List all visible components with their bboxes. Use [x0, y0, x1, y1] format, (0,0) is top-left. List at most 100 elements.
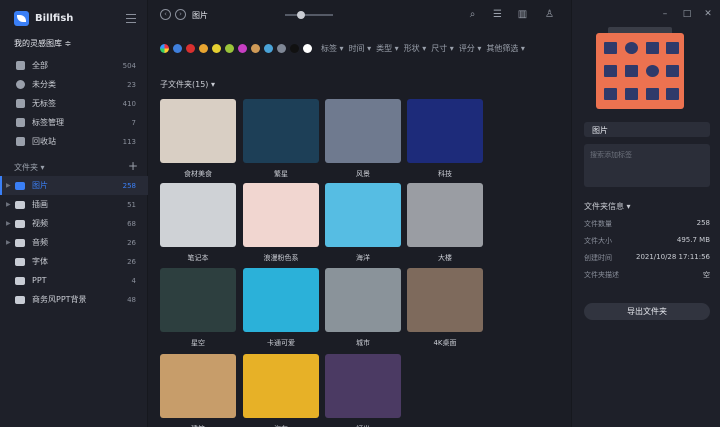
subfolder-tile[interactable]: 汽车: [243, 354, 319, 427]
subfolder-label: 海洋: [356, 254, 370, 262]
subfolder-tile[interactable]: 卡通可爱: [243, 268, 319, 348]
info-value: 2021/10/28 17:11:56: [635, 253, 710, 261]
color-swatch[interactable]: [238, 43, 247, 53]
folder-item[interactable]: ▶ 音频 26: [0, 233, 148, 252]
menu-icon[interactable]: [126, 14, 136, 23]
subfolder-thumbnail: [243, 99, 319, 163]
thumbnail-size-slider[interactable]: [285, 11, 333, 19]
subfolder-thumbnail: [407, 99, 483, 163]
color-swatch[interactable]: [199, 43, 208, 53]
brand[interactable]: Billfish: [14, 11, 73, 26]
close-icon[interactable]: ✕: [703, 9, 713, 19]
library-selector[interactable]: 我的灵感图库 ≑: [14, 38, 71, 49]
folder-info-header[interactable]: 文件夹信息 ▾: [584, 201, 631, 212]
folder-item[interactable]: 字体 26: [0, 252, 148, 271]
subfolder-thumbnail: [407, 183, 483, 247]
forward-icon[interactable]: ›: [175, 9, 186, 20]
chart-icon: [666, 88, 679, 100]
subfolder-tile[interactable]: 科技: [407, 99, 483, 179]
theme-shirt-icon[interactable]: ♙: [544, 9, 555, 20]
folder-item[interactable]: ▶ 插画 51: [0, 195, 148, 214]
filter-time[interactable]: 时间 ▾: [349, 43, 372, 54]
folder-item[interactable]: 商务风PPT背景 48: [0, 290, 148, 309]
pie-icon: [16, 80, 25, 89]
sidebar-item-tag-manage[interactable]: 标签管理 7: [0, 113, 148, 132]
color-swatch[interactable]: [303, 43, 312, 53]
color-swatch[interactable]: [173, 43, 182, 53]
folder-icon: [15, 295, 25, 304]
sidebar-item-trash[interactable]: 回收站 113: [0, 132, 148, 151]
sidebar-item-untagged[interactable]: 无标签 410: [0, 94, 148, 113]
folder-item[interactable]: PPT 4: [0, 271, 148, 290]
folder-item[interactable]: ▶ 视频 68: [0, 214, 148, 233]
info-key: 文件数量: [584, 220, 612, 228]
subfolder-tile[interactable]: 浪漫粉色系: [243, 183, 319, 263]
folder-name-input[interactable]: 图片: [584, 122, 710, 137]
rainbow-color-icon[interactable]: [160, 43, 169, 53]
subfolder-tile[interactable]: 海洋: [325, 183, 401, 263]
back-icon[interactable]: ‹: [160, 9, 171, 20]
subfolder-tile[interactable]: 灯光: [325, 354, 401, 427]
expand-caret-icon[interactable]: ▶: [6, 239, 15, 246]
chart-icon: [604, 65, 617, 77]
sidebar-item-uncategorized[interactable]: 未分类 23: [0, 75, 148, 94]
search-icon[interactable]: ⌕: [467, 9, 478, 20]
color-swatch[interactable]: [264, 43, 273, 53]
add-folder-icon[interactable]: +: [128, 160, 138, 173]
filter-tag[interactable]: 标签 ▾: [321, 43, 344, 54]
subfolder-thumbnail: [160, 183, 236, 247]
maximize-icon[interactable]: □: [682, 9, 692, 19]
export-folder-button[interactable]: 导出文件夹: [584, 303, 710, 320]
subfolder-tile[interactable]: 食材美食: [160, 99, 236, 179]
sidebar-item-label: 回收站: [32, 137, 56, 146]
sidebar-item-all[interactable]: 全部 504: [0, 56, 148, 75]
subfolder-header[interactable]: 子文件夹(15) ▾: [160, 79, 215, 90]
color-swatch[interactable]: [290, 43, 299, 53]
subfolder-thumbnail: [243, 354, 319, 418]
info-row: 创建时间 2021/10/28 17:11:56: [584, 253, 710, 270]
color-swatch[interactable]: [225, 43, 234, 53]
subfolder-tile[interactable]: 4K桌面: [407, 268, 483, 348]
folder-label: 图片: [32, 181, 48, 190]
chart-icon: [604, 88, 617, 100]
trash-icon: [16, 137, 25, 146]
filter-icon[interactable]: ☰: [492, 9, 503, 20]
expand-caret-icon[interactable]: ▶: [6, 220, 15, 227]
subfolder-tile[interactable]: 繁星: [243, 99, 319, 179]
subfolder-thumbnail: [160, 354, 236, 418]
sidebar-item-label: 无标签: [32, 99, 56, 108]
subfolder-thumbnail: [325, 354, 401, 418]
expand-caret-icon[interactable]: ▶: [6, 201, 15, 208]
subfolder-tile[interactable]: 建筑: [160, 354, 236, 427]
expand-caret-icon[interactable]: ▶: [6, 182, 15, 189]
subfolder-thumbnail: [325, 183, 401, 247]
subfolder-tile[interactable]: 星空: [160, 268, 236, 348]
tag-input[interactable]: 搜索添加标签: [584, 144, 710, 187]
folder-icon: [15, 200, 25, 209]
filter-rating[interactable]: 评分 ▾: [459, 43, 482, 54]
color-swatch[interactable]: [186, 43, 195, 53]
filter-size[interactable]: 尺寸 ▾: [431, 43, 454, 54]
filter-type[interactable]: 类型 ▾: [376, 43, 399, 54]
subfolder-label: 繁星: [274, 170, 288, 178]
filter-other[interactable]: 其他筛选 ▾: [486, 43, 525, 54]
subfolder-tile[interactable]: 大楼: [407, 183, 483, 263]
sidebar: Billfish 我的灵感图库 ≑ 全部 504 未分类 23 无标签 410 …: [0, 0, 148, 427]
folders-header-label[interactable]: 文件夹 ▾: [14, 162, 45, 173]
slider-handle[interactable]: [297, 11, 305, 19]
subfolder-tile[interactable]: 风景: [325, 99, 401, 179]
filter-shape[interactable]: 形状 ▾: [404, 43, 427, 54]
subfolder-tile[interactable]: 城市: [325, 268, 401, 348]
subfolder-label: 4K桌面: [433, 339, 457, 347]
subfolder-tile[interactable]: 笔记本: [160, 183, 236, 263]
minimize-icon[interactable]: –: [660, 9, 670, 19]
info-row: 文件数量 258: [584, 219, 710, 236]
chart-icon: [604, 42, 617, 54]
sidebar-item-label: 全部: [32, 61, 48, 70]
color-swatch[interactable]: [277, 43, 286, 53]
color-swatch[interactable]: [212, 43, 221, 53]
layout-icon[interactable]: ▥: [517, 9, 528, 20]
folder-item[interactable]: ▶ 图片 258: [0, 176, 148, 195]
info-value[interactable]: 空: [703, 270, 710, 287]
color-swatch[interactable]: [251, 43, 260, 53]
